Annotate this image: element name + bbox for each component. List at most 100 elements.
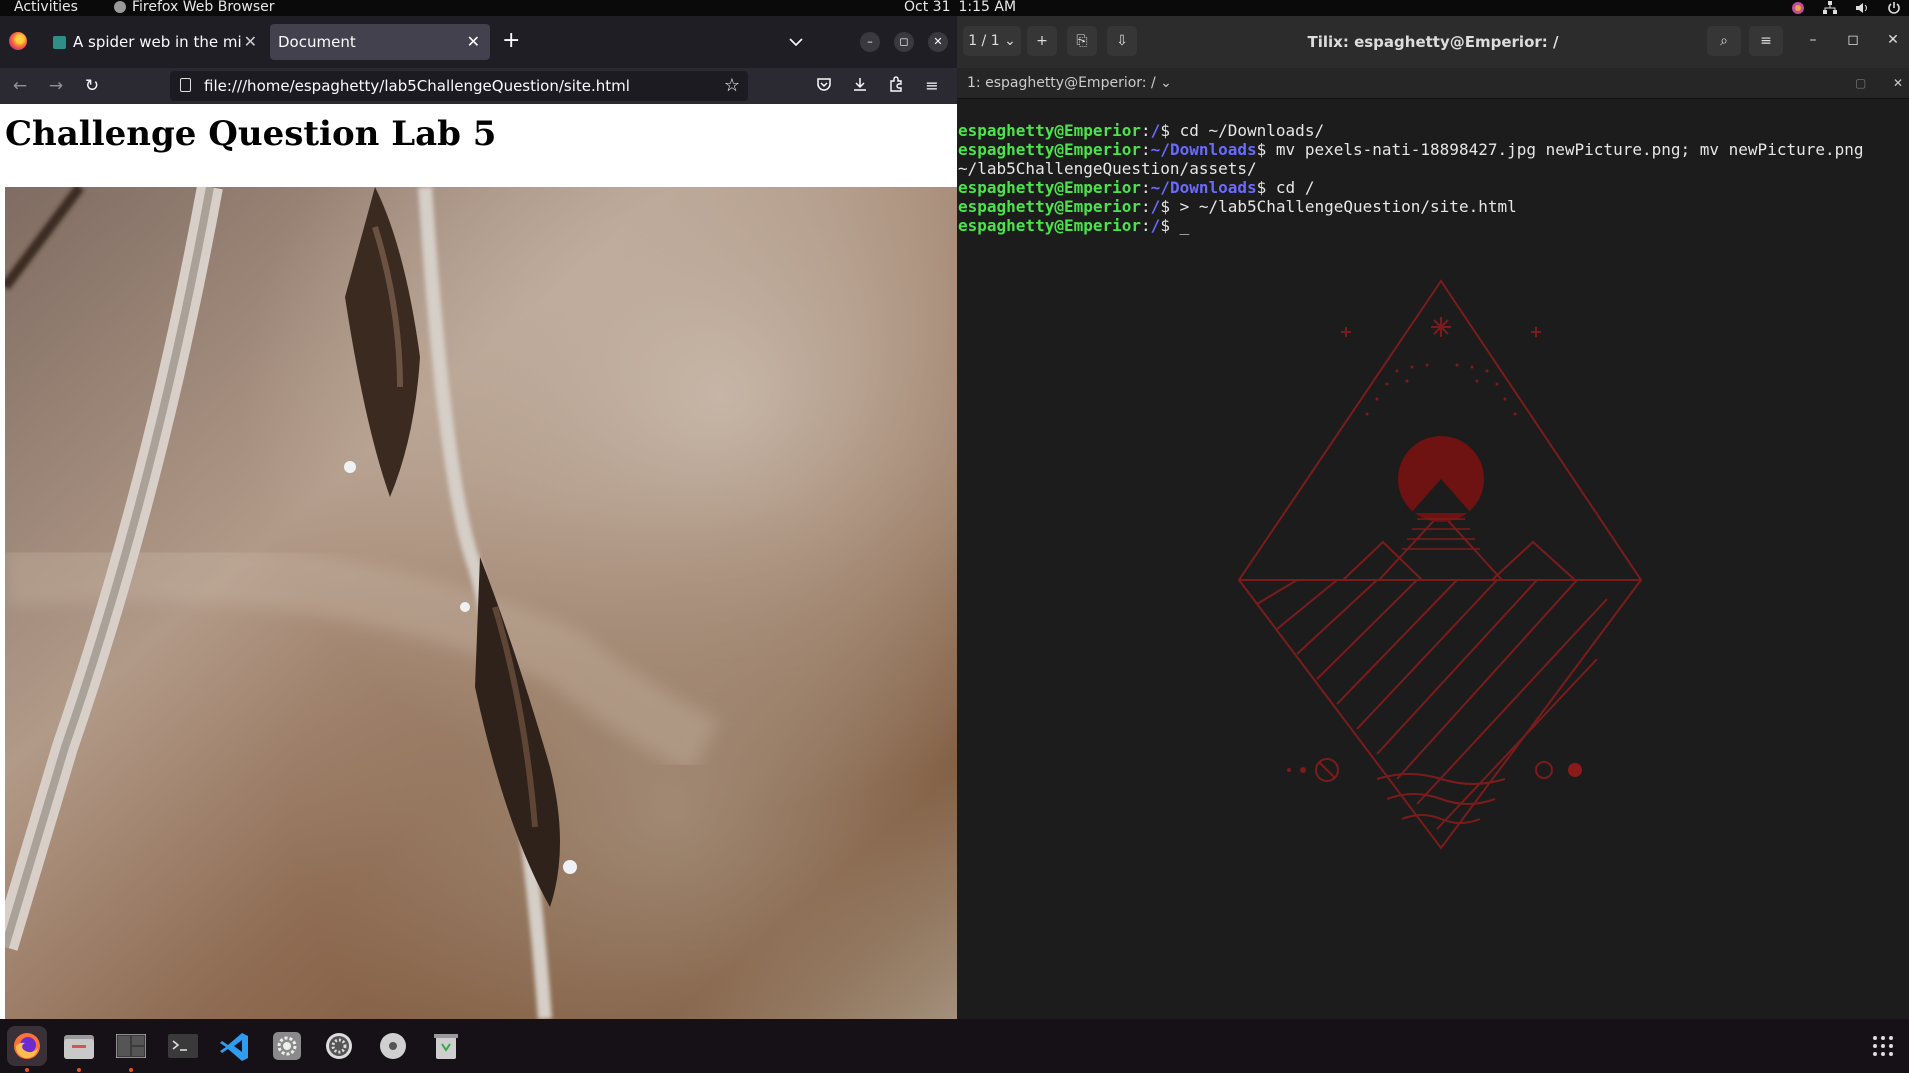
site-favicon [53, 36, 66, 49]
trash-icon [434, 1034, 458, 1059]
files-icon [64, 1035, 94, 1059]
command-text: cd / [1266, 178, 1315, 197]
url-bar[interactable]: file:///home/espaghetty/lab5ChallengeQue… [170, 71, 748, 101]
command-text: mv pexels-nati-18898427.jpg newPicture.p… [1266, 140, 1864, 159]
bookmark-star-icon[interactable]: ☆ [724, 75, 740, 96]
page-heading: Challenge Question Lab 5 [5, 114, 497, 154]
close-tab-icon[interactable]: ✕ [467, 24, 480, 60]
terminal-title-bar: 1: espaghetty@Emperior: / ⌄ ▢ ✕ [957, 68, 1909, 99]
hamburger-menu-icon[interactable]: ≡ [1749, 26, 1783, 56]
maximize-button[interactable]: ◻ [1843, 32, 1863, 48]
volume-icon[interactable] [1855, 1, 1869, 15]
tilix-header-bar: 1 / 1 ⌄ + ⎘ ⇩ Tilix: espaghetty@Emperior… [957, 16, 1909, 68]
terminal-line: espaghetty@Emperior:/$ cd ~/Downloads/ [958, 121, 1325, 140]
close-window-button[interactable]: ✕ [928, 32, 948, 52]
command-text: > ~/lab5ChallengeQuestion/site.html [1169, 197, 1517, 216]
prompt-user: espaghetty@Emperior [958, 178, 1142, 197]
terminal-icon [168, 1034, 198, 1058]
power-icon[interactable] [1887, 1, 1901, 15]
running-indicator [25, 1068, 29, 1072]
tilix-window: 1 / 1 ⌄ + ⎘ ⇩ Tilix: espaghetty@Emperior… [957, 16, 1909, 1019]
close-tab-icon[interactable]: ✕ [244, 24, 257, 60]
terminal-line: espaghetty@Emperior:~/Downloads$ cd / [958, 178, 1315, 197]
dock-system-settings[interactable] [319, 1026, 359, 1066]
new-tab-button[interactable]: + [502, 30, 520, 52]
prompt-path: / [1150, 197, 1161, 216]
back-icon[interactable]: ← [10, 76, 30, 96]
firefox-icon [14, 1033, 40, 1059]
prompt-path: ~/Downloads [1150, 178, 1257, 197]
forward-icon[interactable]: → [46, 76, 66, 96]
tab-title: A spider web in the midd [73, 33, 241, 51]
terminal-tab-title: 1: espaghetty@Emperior: / [967, 75, 1156, 91]
reload-icon[interactable]: ↻ [82, 76, 102, 96]
tab-spider-web[interactable]: A spider web in the midd ✕ [43, 24, 261, 60]
dock-trash[interactable] [426, 1026, 466, 1066]
prompt-user: espaghetty@Emperior [958, 121, 1142, 140]
show-applications-icon[interactable] [1873, 1036, 1893, 1056]
clock-date: Oct 31 [904, 0, 951, 15]
dock-settings[interactable] [267, 1026, 307, 1066]
dock [0, 1019, 1909, 1073]
prompt-user: espaghetty@Emperior [958, 216, 1142, 235]
firefox-app-icon [114, 1, 126, 13]
dock-files[interactable] [59, 1026, 99, 1072]
maximize-button[interactable]: ◻ [894, 32, 914, 52]
prompt-user: espaghetty@Emperior [958, 197, 1142, 216]
prompt-path: / [1150, 216, 1161, 235]
app-menu[interactable]: Firefox Web Browser [114, 0, 275, 15]
command-text: cd ~/Downloads/ [1169, 121, 1325, 140]
system-top-bar: Activities Firefox Web Browser Oct 31 1:1… [0, 0, 1909, 16]
firefox-view-icon[interactable] [9, 32, 27, 50]
terminal-area[interactable]: espaghetty@Emperior:/$ cd ~/Downloads/es… [957, 99, 1909, 1019]
network-icon[interactable] [1823, 1, 1837, 15]
running-indicator [77, 1068, 81, 1072]
dock-firefox[interactable] [7, 1026, 47, 1072]
running-indicator [129, 1068, 133, 1072]
dock-disc[interactable] [373, 1026, 413, 1066]
search-icon[interactable]: ⌕ [1707, 26, 1741, 56]
clock[interactable]: Oct 31 1:15 AM [904, 0, 1024, 15]
page-content: Challenge Question Lab 5 [0, 104, 957, 1019]
prompt-path: / [1150, 121, 1161, 140]
terminal-output: espaghetty@Emperior:/$ cd ~/Downloads/es… [958, 102, 1908, 273]
disc-icon [380, 1033, 406, 1059]
minimize-button[interactable]: – [860, 32, 880, 52]
system-tray[interactable] [1791, 0, 1901, 16]
close-window-button[interactable]: ✕ [1883, 32, 1903, 48]
prompt-user: espaghetty@Emperior [958, 140, 1142, 159]
list-all-tabs-icon[interactable] [788, 34, 804, 50]
tab-strip: A spider web in the midd ✕ Document ✕ + … [0, 16, 957, 68]
vscode-icon [220, 1033, 248, 1061]
dock-tilix[interactable] [111, 1026, 151, 1072]
dock-vscode[interactable] [215, 1026, 255, 1066]
navigation-toolbar: ← → ↻ file:///home/espaghetty/lab5Challe… [0, 68, 957, 104]
terminal-line: ~/lab5ChallengeQuestion/assets/ [958, 159, 1908, 178]
tilix-icon [116, 1034, 146, 1058]
menu-icon[interactable]: ≡ [922, 76, 942, 96]
pocket-icon[interactable] [814, 76, 834, 96]
maximize-terminal-icon[interactable]: ▢ [1855, 76, 1866, 90]
activities-button[interactable]: Activities [14, 0, 78, 15]
terminal-tab-label[interactable]: 1: espaghetty@Emperior: / ⌄ [967, 68, 1172, 98]
terminal-line: espaghetty@Emperior:~/Downloads$ mv pexe… [958, 140, 1864, 159]
settings-icon [273, 1032, 301, 1060]
dock-terminal[interactable] [163, 1026, 203, 1066]
minimize-button[interactable]: – [1803, 32, 1823, 48]
tab-document[interactable]: Document ✕ [270, 24, 490, 60]
close-terminal-icon[interactable]: ✕ [1893, 76, 1903, 90]
terminal-line: espaghetty@Emperior:/$ > ~/lab5Challenge… [958, 197, 1517, 216]
prompt-path: ~/Downloads [1150, 140, 1257, 159]
tab-title: Document [278, 33, 356, 51]
app-name: Firefox Web Browser [132, 0, 275, 15]
page-photo [5, 187, 957, 1019]
terminal-line: espaghetty@Emperior:/$ _ [958, 216, 1190, 235]
system-settings-icon [326, 1033, 352, 1059]
downloads-icon[interactable] [850, 76, 870, 96]
color-picker-icon[interactable] [1791, 1, 1805, 15]
command-text: ~/lab5ChallengeQuestion/assets/ [958, 159, 1257, 178]
url-text[interactable]: file:///home/espaghetty/lab5ChallengeQue… [204, 71, 630, 101]
firefox-window: A spider web in the midd ✕ Document ✕ + … [0, 16, 957, 1019]
page-icon [180, 78, 191, 92]
extensions-icon[interactable] [886, 76, 906, 96]
